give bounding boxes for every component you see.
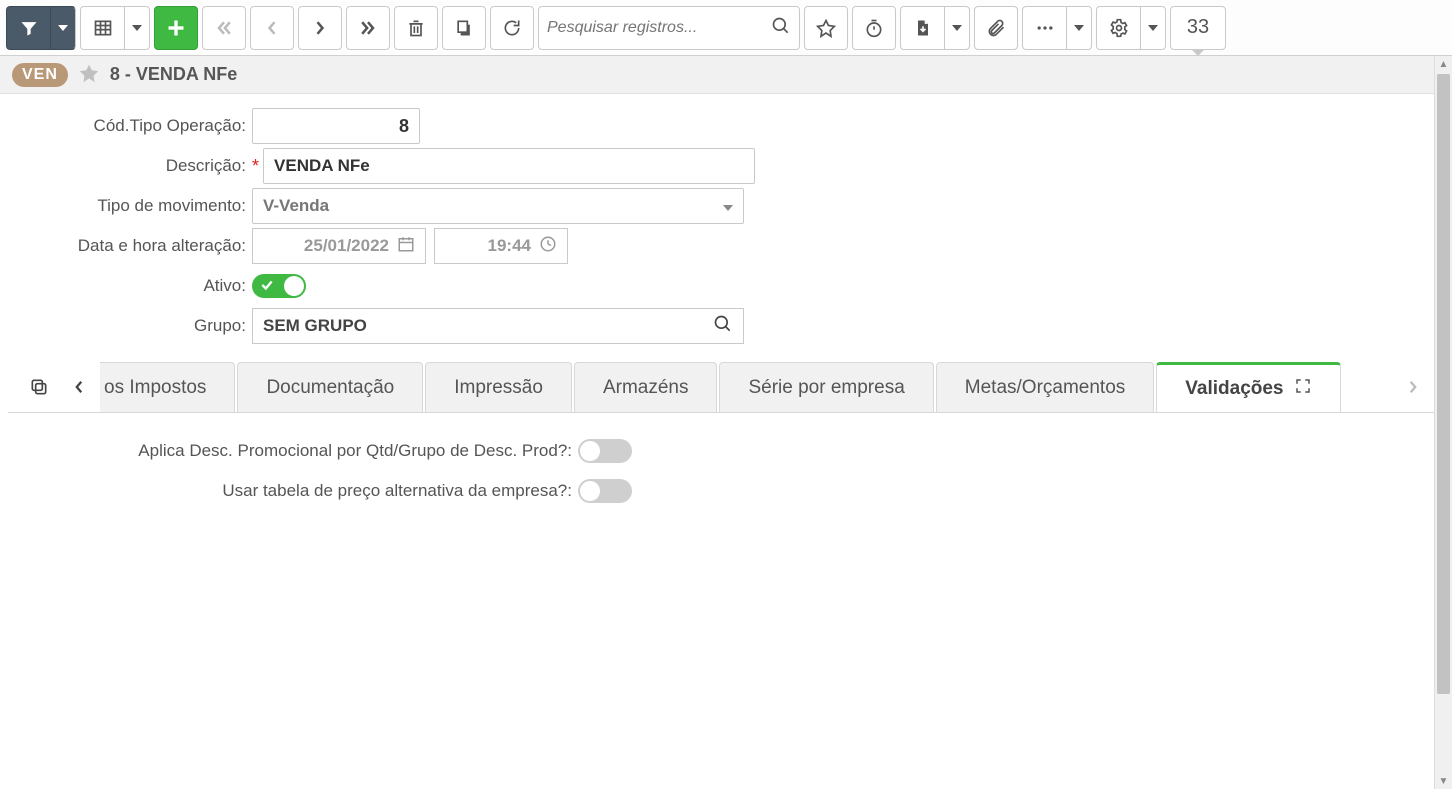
- tab-serie-empresa[interactable]: Série por empresa: [719, 362, 933, 412]
- desc-promocional-label: Aplica Desc. Promocional por Qtd/Grupo d…: [38, 441, 578, 461]
- attachment-button[interactable]: [974, 6, 1018, 50]
- data-value: 25/01/2022: [304, 236, 389, 256]
- scroll-up-icon[interactable]: ▲: [1435, 56, 1452, 72]
- favorite-button[interactable]: [804, 6, 848, 50]
- search-icon: [771, 16, 791, 39]
- grupo-lookup[interactable]: SEM GRUPO: [252, 308, 744, 344]
- tab-documentacao[interactable]: Documentação: [237, 362, 423, 412]
- tab-scroll-right[interactable]: [1394, 362, 1432, 412]
- tabs-bar: os Impostos Documentação Impressão Armaz…: [0, 362, 1452, 412]
- calendar-icon: [397, 235, 415, 258]
- add-button[interactable]: [154, 6, 198, 50]
- export-button[interactable]: [900, 6, 944, 50]
- tipo-movimento-label: Tipo de movimento:: [20, 196, 252, 216]
- tipo-movimento-select[interactable]: V-Venda: [252, 188, 744, 224]
- record-title: 8 - VENDA NFe: [110, 64, 237, 85]
- descricao-input[interactable]: [263, 148, 755, 184]
- cod-tipo-operacao-input[interactable]: [252, 108, 420, 144]
- timer-button[interactable]: [852, 6, 896, 50]
- hora-input[interactable]: 19:44: [434, 228, 568, 264]
- search-input[interactable]: [547, 19, 771, 37]
- grid-view-button[interactable]: [80, 6, 124, 50]
- tab-impressao[interactable]: Impressão: [425, 362, 572, 412]
- tab-scroll-left[interactable]: [60, 362, 98, 412]
- data-alteracao-label: Data e hora alteração:: [20, 236, 252, 256]
- tab-armazens[interactable]: Armazéns: [574, 362, 718, 412]
- chevron-down-icon: [723, 196, 733, 216]
- main-toolbar: 33: [0, 0, 1452, 56]
- filter-button[interactable]: [6, 6, 50, 50]
- clock-icon: [539, 235, 557, 258]
- required-indicator: *: [252, 156, 259, 177]
- more-button[interactable]: [1022, 6, 1066, 50]
- grid-view-dropdown[interactable]: [124, 6, 150, 50]
- copy-button[interactable]: [442, 6, 486, 50]
- tab-metas-orcamentos[interactable]: Metas/Orçamentos: [936, 362, 1155, 412]
- tipo-movimento-value: V-Venda: [263, 196, 329, 216]
- refresh-button[interactable]: [490, 6, 534, 50]
- descricao-label: Descrição:: [20, 156, 252, 176]
- ativo-label: Ativo:: [20, 276, 252, 296]
- last-record-button[interactable]: [346, 6, 390, 50]
- settings-dropdown[interactable]: [1140, 6, 1166, 50]
- scroll-down-icon[interactable]: ▼: [1435, 773, 1452, 789]
- hora-value: 19:44: [488, 236, 531, 256]
- tab-copy-button[interactable]: [20, 362, 58, 412]
- search-field[interactable]: [538, 6, 800, 50]
- prev-record-button[interactable]: [250, 6, 294, 50]
- next-record-button[interactable]: [298, 6, 342, 50]
- record-count[interactable]: 33: [1170, 6, 1226, 50]
- breadcrumb-bar: VEN 8 - VENDA NFe: [0, 56, 1452, 94]
- first-record-button[interactable]: [202, 6, 246, 50]
- favorite-star-icon[interactable]: [78, 62, 100, 87]
- grupo-label: Grupo:: [20, 316, 252, 336]
- desc-promocional-toggle[interactable]: [578, 439, 632, 463]
- module-badge: VEN: [12, 63, 68, 87]
- filter-dropdown[interactable]: [50, 6, 76, 50]
- data-input[interactable]: 25/01/2022: [252, 228, 426, 264]
- check-icon: [260, 278, 274, 295]
- grupo-value: SEM GRUPO: [263, 316, 367, 336]
- cod-tipo-operacao-label: Cód.Tipo Operação:: [20, 116, 252, 136]
- tab-validacoes[interactable]: Validações: [1156, 362, 1340, 412]
- export-dropdown[interactable]: [944, 6, 970, 50]
- expand-icon[interactable]: [1294, 377, 1312, 401]
- preco-alternativa-label: Usar tabela de preço alternativa da empr…: [38, 481, 578, 501]
- more-dropdown[interactable]: [1066, 6, 1092, 50]
- delete-button[interactable]: [394, 6, 438, 50]
- vertical-scrollbar[interactable]: ▲ ▼: [1434, 56, 1452, 789]
- preco-alternativa-toggle[interactable]: [578, 479, 632, 503]
- validacoes-panel: Aplica Desc. Promocional por Qtd/Grupo d…: [8, 412, 1444, 792]
- ativo-toggle[interactable]: [252, 274, 306, 298]
- tab-impostos[interactable]: os Impostos: [100, 362, 235, 412]
- settings-button[interactable]: [1096, 6, 1140, 50]
- form-area: Cód.Tipo Operação: Descrição: * Tipo de …: [0, 94, 1452, 362]
- scrollbar-thumb[interactable]: [1437, 74, 1450, 694]
- search-icon: [713, 314, 733, 339]
